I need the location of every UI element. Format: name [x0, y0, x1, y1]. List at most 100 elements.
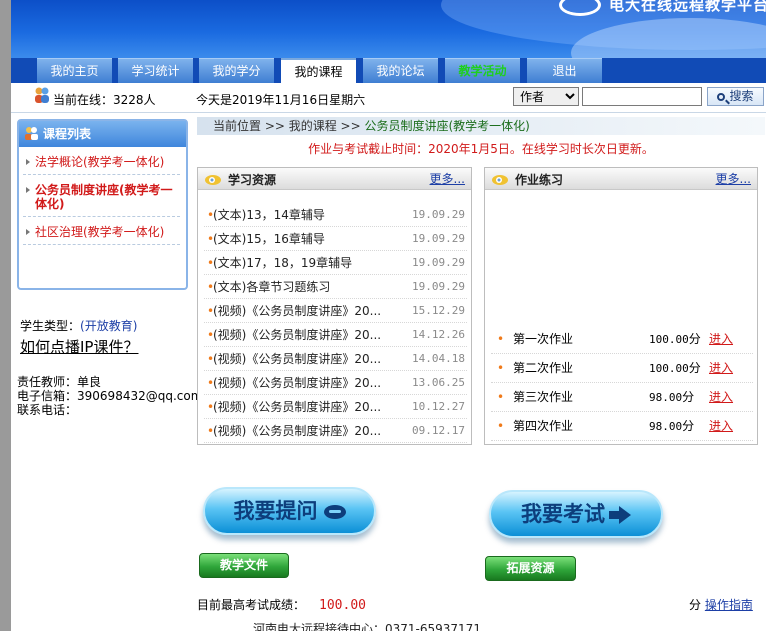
breadcrumb-current[interactable]: 公务员制度讲座(教学考一体化)	[364, 119, 529, 133]
teaching-docs-button[interactable]: 教学文件	[199, 553, 289, 578]
homework-item: • 第四次作业 98.00分 进入	[491, 412, 753, 441]
banner: 电大在线远程教学平台	[11, 0, 766, 58]
homework-score-value: 98.00	[649, 391, 683, 404]
resource-title[interactable]: (文本)17，18，19章辅导	[213, 251, 423, 275]
course-item-civil-service[interactable]: 公务员制度讲座(教学考一体化)	[23, 175, 180, 217]
ip-course-link[interactable]: 如何点播IP课件？	[20, 336, 138, 357]
info-bar: 当前在线：3228人 今天是2019年11月16日星期六 作者 搜索	[11, 83, 766, 113]
breadcrumb-path: 当前位置 >> 我的课程 >>	[213, 119, 365, 133]
tab-logout[interactable]: 退出	[527, 58, 602, 83]
resource-date: 09.12.17	[412, 424, 465, 437]
search-button[interactable]: 搜索	[707, 87, 764, 106]
online-users-icon	[35, 87, 49, 103]
search-input[interactable]	[582, 87, 702, 106]
resource-title[interactable]: (视频)《公务员制度讲座》20...	[213, 347, 423, 371]
resources-header: 学习资源 更多...	[198, 168, 471, 190]
resource-item[interactable]: • (文本)15，16章辅导 19.09.29	[204, 227, 467, 251]
homework-score: 100.00分	[649, 325, 701, 354]
resource-title[interactable]: (文本)15，16章辅导	[213, 227, 423, 251]
resource-title[interactable]: (文本)各章节习题练习	[213, 275, 423, 299]
resource-date: 10.12.27	[412, 400, 465, 413]
ask-question-label: 我要提问	[233, 499, 318, 523]
homework-score: 98.00分	[649, 383, 694, 412]
homework-name: 第一次作业	[513, 332, 574, 346]
teacher-name: 责任教师：单良	[17, 375, 102, 389]
search-button-label: 搜索	[729, 89, 754, 103]
bullet-icon: •	[497, 390, 505, 404]
resource-item[interactable]: • (文本)17，18，19章辅导 19.09.29	[204, 251, 467, 275]
course-list-header: 课程列表	[19, 121, 186, 147]
resources-icon	[205, 175, 221, 185]
homework-enter-link[interactable]: 进入	[709, 354, 733, 383]
resource-date: 14.04.18	[412, 352, 465, 365]
resource-item[interactable]: • (文本)13，14章辅导 19.09.29	[204, 203, 467, 227]
current-date: 今天是2019年11月16日星期六	[196, 93, 366, 107]
tab-teaching-activities[interactable]: 教学活动	[445, 58, 520, 83]
homework-score-value: 100.00	[649, 362, 689, 375]
resource-title[interactable]: (文本)13，14章辅导	[213, 203, 423, 227]
main-nav: 我的主页 学习统计 我的学分 我的课程 我的论坛 教学活动 退出	[11, 58, 766, 83]
guide-link[interactable]: 操作指南	[705, 598, 753, 612]
resource-title[interactable]: (视频)《公务员制度讲座》20...	[213, 395, 423, 419]
resource-item[interactable]: • (视频)《公务员制度讲座》20... 14.12.26	[204, 323, 467, 347]
teacher-info: 责任教师：单良 电子信箱：390698432@qq.com 联系电话：	[17, 375, 202, 417]
homework-more-link[interactable]: 更多...	[716, 170, 751, 187]
homework-name: 第四次作业	[513, 419, 574, 433]
search-icon	[717, 93, 726, 101]
best-score-label: 目前最高考试成绩：	[197, 598, 306, 612]
homework-score-value: 100.00	[649, 333, 689, 346]
take-exam-button[interactable]: 我要考试	[489, 490, 663, 538]
homework-enter-link[interactable]: 进入	[709, 412, 733, 441]
teacher-phone: 联系电话：	[17, 403, 78, 417]
course-list-title: 课程列表	[43, 127, 92, 141]
resource-date: 14.12.26	[412, 328, 465, 341]
homework-enter-link[interactable]: 进入	[709, 383, 733, 412]
ask-question-button[interactable]: 我要提问	[203, 487, 376, 535]
resource-item[interactable]: • (视频)《公务员制度讲座》20... 14.04.18	[204, 347, 467, 371]
search-type-select[interactable]: 作者	[513, 87, 579, 106]
course-item-community[interactable]: 社区治理(教学考一体化)	[23, 217, 180, 245]
bullet-icon: •	[497, 419, 505, 433]
tab-home[interactable]: 我的主页	[37, 58, 112, 83]
teacher-email: 电子信箱：390698432@qq.com	[17, 389, 202, 403]
resource-date: 19.09.29	[412, 256, 465, 269]
resource-item[interactable]: • (文本)各章节习题练习 19.09.29	[204, 275, 467, 299]
homework-panel: 作业练习 更多... • 第一次作业 100.00分 进入 • 第二次作业 100.00分进…	[484, 167, 758, 445]
speech-bubble-icon	[323, 505, 346, 519]
resource-item[interactable]: • (视频)《公务员制度讲座》20... 15.12.29	[204, 299, 467, 323]
resources-list-viewport[interactable]: • (文本)13，14章辅导 19.09.29 • (文本)15，16章辅导 19.09.…	[198, 191, 471, 444]
resources-more-link[interactable]: 更多...	[430, 170, 465, 187]
best-exam-score: 目前最高考试成绩： 100.00	[197, 596, 366, 613]
homework-item: • 第三次作业 98.00分 进入	[491, 383, 753, 412]
tab-forum[interactable]: 我的论坛	[363, 58, 438, 83]
resource-item[interactable]: • (视频)《公务员制度讲座》20... 13.06.25	[204, 371, 467, 395]
course-item-law[interactable]: 法学概论(教学考一体化)	[23, 147, 180, 175]
student-type: 学生类型：(开放教育)	[20, 317, 137, 334]
homework-title: 作业练习	[515, 173, 564, 187]
homework-icon	[492, 175, 508, 185]
resource-date: 15.12.29	[412, 304, 465, 317]
resources-panel: 学习资源 更多... • (文本)13，14章辅导 19.09.29 • (文本)15，…	[197, 167, 472, 445]
tab-my-courses[interactable]: 我的课程	[281, 58, 356, 83]
extended-resources-button[interactable]: 拓展资源	[485, 556, 576, 581]
resource-title[interactable]: (视频)《公务员制度讲座》20...	[213, 299, 423, 323]
homework-enter-link[interactable]: 进入	[709, 325, 733, 354]
users-icon	[25, 127, 38, 140]
course-list-panel: 课程列表 法学概论(教学考一体化) 公务员制度讲座(教学考一体化) 社区治理(教…	[17, 119, 188, 290]
resource-date: 19.09.29	[412, 208, 465, 221]
best-score-unit: 分	[689, 598, 702, 612]
guide-area: 分 操作指南	[689, 596, 753, 613]
resource-title[interactable]: (视频)《公务员制度讲座》20...	[213, 323, 423, 347]
email-value: 390698432@qq.com	[77, 389, 203, 403]
tab-study-stats[interactable]: 学习统计	[118, 58, 193, 83]
resource-title[interactable]: (视频)《公务员制度讲座》20...	[213, 419, 423, 443]
resource-item[interactable]: • (视频)《公务员制度讲座》20... 10.12.27	[204, 395, 467, 419]
resource-title[interactable]: (视频)《公务员制度讲座》20...	[213, 371, 423, 395]
take-exam-label: 我要考试	[521, 502, 605, 526]
bullet-icon: •	[497, 361, 505, 375]
homework-score: 100.00分	[649, 354, 701, 383]
banner-title: 电大在线远程教学平台	[609, 0, 766, 14]
best-score-value: 100.00	[319, 598, 366, 613]
resource-item[interactable]: • (视频)《公务员制度讲座》20... 09.12.17	[204, 419, 467, 443]
tab-credits[interactable]: 我的学分	[199, 58, 274, 83]
